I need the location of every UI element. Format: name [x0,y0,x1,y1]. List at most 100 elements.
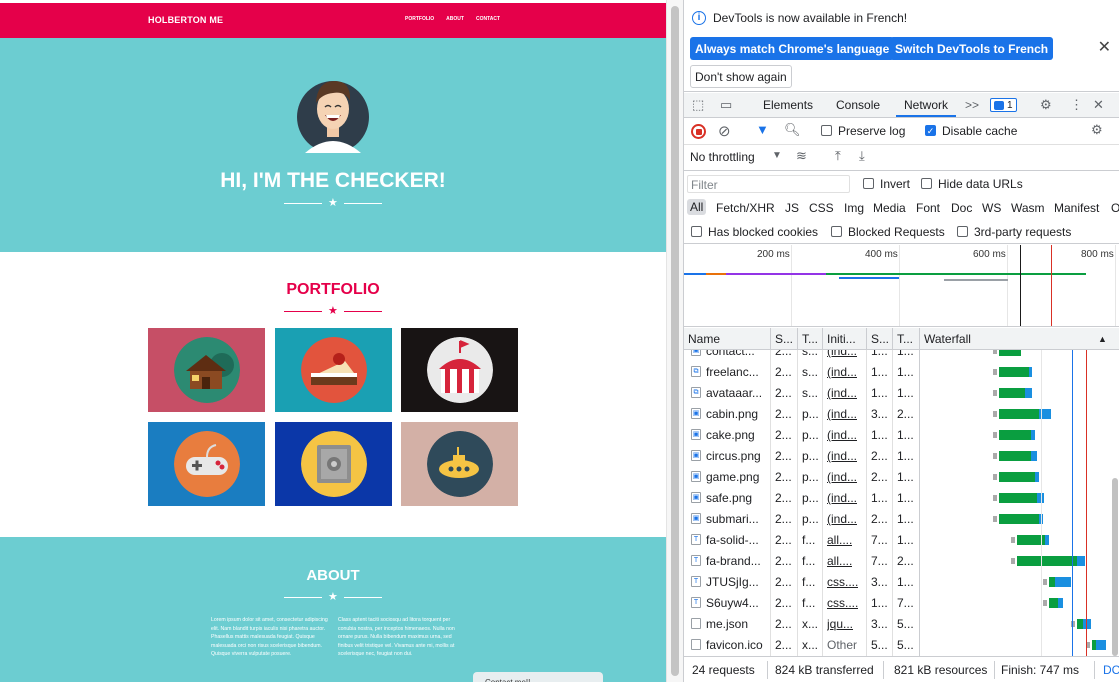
table-row[interactable]: ▣ cake.png 2... p... (ind... 1... 1... [684,424,1119,445]
chevron-down-icon[interactable]: ▼ [772,150,782,161]
table-row[interactable]: ▣ circus.png 2... p... (ind... 2... 1... [684,445,1119,466]
sort-ascending-icon[interactable]: ▲ [1098,334,1107,344]
table-row[interactable]: T S6uyw4... 2... f... css.... 1... 7... [684,592,1119,613]
portfolio-tile-cabin[interactable] [148,328,265,412]
type-other[interactable]: O [1111,201,1119,215]
cell-s: 2... [775,470,792,484]
search-icon[interactable]: 🔍︎ [784,122,801,138]
cell-init[interactable]: (ind... [827,350,857,358]
gear-icon[interactable]: ⚙ [1040,97,1052,113]
type-js[interactable]: JS [785,201,799,215]
disable-cache-checkbox[interactable]: ✓ [925,125,936,136]
col-status[interactable]: S... [775,332,797,346]
cell-init[interactable]: (ind... [827,428,857,442]
brand-logo[interactable]: HOLBERTON ME [148,15,223,25]
more-tabs-button[interactable]: >> [965,98,979,112]
scrollbar-thumb[interactable] [671,6,679,676]
network-settings-icon[interactable]: ⚙ [1091,122,1103,138]
table-row[interactable]: favicon.ico 2... x... Other 5... 5... [684,634,1119,655]
blocked-requests-checkbox[interactable] [831,226,842,237]
preserve-log-checkbox[interactable] [821,125,832,136]
nav-portfolio[interactable]: PORTFOLIO [405,16,434,22]
switch-to-french-button[interactable]: Switch DevTools to French [890,37,1054,60]
cell-init[interactable]: (ind... [827,512,857,526]
col-name[interactable]: Name [688,332,768,346]
download-icon[interactable]: ⤓ [859,148,865,164]
type-fetch-xhr[interactable]: Fetch/XHR [716,201,775,215]
col-waterfall[interactable]: Waterfall [924,332,971,346]
issues-badge[interactable]: 1 [990,98,1017,112]
nav-contact[interactable]: CONTACT [476,16,500,22]
kebab-menu-icon[interactable]: ⋮ [1070,97,1083,113]
hide-data-urls-checkbox[interactable] [921,178,932,189]
cell-init[interactable]: (ind... [827,449,857,463]
cell-init[interactable]: all.... [827,554,852,568]
col-initiator[interactable]: Initi... [827,332,865,346]
cell-time: 1... [897,350,914,358]
table-row[interactable]: Tfa-brand... 2... f... all.... 7... 2... [684,550,1119,571]
table-scrollbar[interactable] [1111,350,1119,656]
close-icon[interactable]: ✕ [1098,37,1111,57]
type-all[interactable]: All [687,199,707,215]
nav-about[interactable]: ABOUT [446,16,464,22]
table-row[interactable]: ▣ contact... 2... s... (ind... 1... 1... [684,350,1119,361]
type-ws[interactable]: WS [982,201,1001,215]
record-icon[interactable] [691,124,706,139]
type-media[interactable]: Media [873,201,906,215]
portfolio-tile-circus[interactable] [401,328,518,412]
cell-init[interactable]: (ind... [827,470,857,484]
dont-show-again-button[interactable]: Don't show again [690,65,792,88]
portfolio-tile-safe[interactable] [275,422,392,506]
wifi-settings-icon[interactable]: ≋ [796,148,807,164]
portfolio-tile-game[interactable] [148,422,265,506]
table-row[interactable]: T JTUSjIg... 2... f... css.... 3... 1... [684,571,1119,592]
type-img[interactable]: Img [844,201,864,215]
always-match-language-button[interactable]: Always match Chrome's language [690,37,895,60]
cell-init[interactable]: (ind... [827,365,857,379]
type-font[interactable]: Font [916,201,940,215]
col-size[interactable]: S... [871,332,891,346]
contact-button[interactable]: Contact me!! [473,672,603,682]
col-type[interactable]: T... [802,332,822,346]
portfolio-tile-submarine[interactable] [401,422,518,506]
type-wasm[interactable]: Wasm [1011,201,1045,215]
type-css[interactable]: CSS [809,201,834,215]
table-row[interactable]: ⧉ freelanc... 2... s... (ind... 1... 1... [684,361,1119,382]
cell-init[interactable]: (ind... [827,407,857,421]
tab-elements[interactable]: Elements [763,98,813,112]
col-time[interactable]: T... [897,332,917,346]
table-row[interactable]: ▣ game.png 2... p... (ind... 2... 1... [684,466,1119,487]
portfolio-tile-cake[interactable] [275,328,392,412]
table-row[interactable]: ⧉ avataaar... 2... s... (ind... 1... 1... [684,382,1119,403]
filter-icon[interactable]: ▼ [756,122,769,137]
cell-init[interactable]: css.... [827,596,858,610]
cell-init[interactable]: (ind... [827,386,857,400]
table-row[interactable]: me.json 2... x... jqu... 3... 5... [684,613,1119,634]
cell-init[interactable]: (ind... [827,491,857,505]
cell-init[interactable]: all.... [827,533,852,547]
filter-input[interactable]: Filter [687,175,850,193]
cell-init[interactable]: css.... [827,575,858,589]
tab-network[interactable]: Network [904,98,948,112]
has-blocked-cookies-checkbox[interactable] [691,226,702,237]
scrollbar-thumb[interactable] [1112,478,1118,656]
tab-console[interactable]: Console [836,98,880,112]
clear-icon[interactable]: ⊘ [718,122,731,140]
cell-init[interactable]: Other [827,638,857,652]
type-manifest[interactable]: Manifest [1054,201,1099,215]
inspect-element-icon[interactable]: ⬚ [692,97,704,113]
network-overview-timeline[interactable]: 200 ms 400 ms 600 ms 800 ms [684,245,1119,327]
invert-checkbox[interactable] [863,178,874,189]
type-doc[interactable]: Doc [951,201,972,215]
close-devtools-icon[interactable]: ✕ [1093,97,1104,113]
table-row[interactable]: ▣ submari... 2... p... (ind... 2... 1... [684,508,1119,529]
table-row[interactable]: ▣ safe.png 2... p... (ind... 1... 1... [684,487,1119,508]
page-scrollbar[interactable] [666,0,683,682]
upload-icon[interactable]: ⤒ [835,148,841,164]
table-row[interactable]: ▣ cabin.png 2... p... (ind... 3... 2... [684,403,1119,424]
third-party-checkbox[interactable] [957,226,968,237]
device-toolbar-icon[interactable]: ▭ [720,97,732,113]
table-row[interactable]: Tfa-solid-... 2... f... all.... 7... 1... [684,529,1119,550]
throttling-select[interactable]: No throttling [690,150,755,164]
cell-init[interactable]: jqu... [827,617,853,631]
